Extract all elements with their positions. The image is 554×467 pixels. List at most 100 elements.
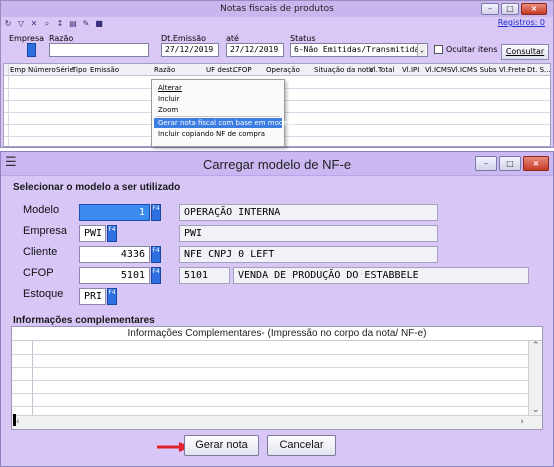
empresa-description: PWI: [179, 225, 438, 242]
menu-item-incluir-copiando[interactable]: Incluir copiando NF de compra: [158, 130, 265, 138]
grid-col-header[interactable]: Emissão: [90, 66, 119, 74]
menu-separator: [156, 116, 280, 117]
grid-col-header[interactable]: UF dest.: [206, 66, 235, 74]
menu-item-alterar[interactable]: Alterar: [158, 84, 182, 92]
minimize-icon[interactable]: –: [475, 156, 497, 171]
maximize-icon[interactable]: □: [499, 156, 521, 171]
cliente-input[interactable]: 4336: [79, 246, 150, 263]
empresa-input[interactable]: PWI: [79, 225, 106, 242]
cfop-input[interactable]: 5101: [79, 267, 150, 284]
grid-row-divider: [12, 393, 528, 394]
ocultar-itens-checkbox[interactable]: [434, 45, 443, 54]
cliente-description: NFE CNPJ 0 LEFT: [179, 246, 438, 263]
ocultar-itens-label: Ocultar itens: [446, 45, 498, 54]
dialog-title-bar: ☰ Carregar modelo de NF-e – □ ×: [1, 152, 553, 176]
grid-row-divider: [12, 406, 528, 407]
background-window: Notas fiscais de produtos – □ × ↻ ▽ ✕ ⌕ …: [0, 0, 554, 148]
grid-col-header[interactable]: Razão: [154, 66, 175, 74]
status-select[interactable]: 6-Não Emitidas/Transmitidas ⌄: [290, 43, 428, 57]
scroll-up-icon[interactable]: ⌃: [532, 341, 540, 351]
save-icon[interactable]: ■: [94, 19, 104, 29]
section-title-informacoes: Informações complementares: [13, 315, 155, 326]
carregar-modelo-dialog: ☰ Carregar modelo de NF-e – □ × Selecion…: [0, 151, 554, 467]
grid-col-divider: [32, 341, 33, 415]
grid-col-header[interactable]: Vl.ICMS: [425, 66, 451, 74]
modelo-f4-button[interactable]: F4: [151, 204, 161, 221]
grid-header: Emp Número Série Tipo Emissão Razão UF d…: [4, 64, 550, 76]
grid-col-header[interactable]: Vl.Frete: [499, 66, 526, 74]
cancelar-button[interactable]: Cancelar: [267, 435, 336, 456]
background-window-controls: – □ ×: [481, 3, 547, 15]
close-icon[interactable]: ×: [521, 3, 547, 15]
cliente-label: Cliente: [23, 246, 58, 258]
scroll-down-icon[interactable]: ⌄: [532, 405, 540, 415]
sort-icon[interactable]: ↕: [55, 19, 65, 29]
grid-col-header[interactable]: Vl.IPI: [402, 66, 419, 74]
estoque-label: Estoque: [23, 288, 64, 300]
close-icon[interactable]: ×: [523, 156, 549, 171]
modelo-description: OPERAÇÃO INTERNA: [179, 204, 438, 221]
empresa-label: Empresa: [9, 34, 45, 43]
empresa-input[interactable]: [27, 43, 36, 57]
registros-link[interactable]: Registros: 0: [498, 18, 545, 27]
tools-icon[interactable]: ✎: [81, 19, 91, 29]
section-title-modelo: Selecionar o modelo a ser utilizado: [13, 182, 181, 193]
grid-col-header[interactable]: Tipo: [72, 66, 87, 74]
filter-clear-icon[interactable]: ✕: [29, 19, 39, 29]
minimize-icon[interactable]: –: [481, 3, 499, 15]
razao-label: Razão: [49, 34, 74, 43]
grid-col-header[interactable]: Dt. S...: [527, 66, 550, 74]
grid-row-divider: [12, 367, 528, 368]
estoque-f4-button[interactable]: F4: [107, 288, 117, 305]
dialog-window-controls: – □ ×: [475, 156, 549, 171]
grid-col-header[interactable]: Emp: [10, 66, 26, 74]
background-title-bar: Notas fiscais de produtos – □ ×: [1, 1, 553, 17]
dialog-title: Carregar modelo de NF-e: [202, 157, 352, 172]
grid-col-header[interactable]: Vl.ICMS Subs: [451, 66, 497, 74]
row-indicator: [13, 414, 16, 426]
grid-col-header[interactable]: Situação da nota: [314, 66, 373, 74]
cfop-f4-button[interactable]: F4: [151, 267, 161, 284]
cliente-f4-button[interactable]: F4: [151, 246, 161, 263]
refresh-icon[interactable]: ↻: [3, 19, 13, 29]
estoque-input[interactable]: PRI: [79, 288, 106, 305]
grid-row-divider: [12, 354, 528, 355]
grid-col-divider: [8, 64, 9, 146]
scroll-left-icon[interactable]: ‹: [16, 417, 20, 427]
consultar-button[interactable]: Consultar: [501, 44, 549, 60]
empresa-f4-button[interactable]: F4: [107, 225, 117, 242]
chevron-down-icon[interactable]: ⌄: [417, 44, 426, 56]
grid-row-divider: [12, 380, 528, 381]
ate-label: até: [226, 34, 239, 43]
razao-input[interactable]: [49, 43, 149, 57]
ate-input[interactable]: 27/12/2019: [226, 43, 284, 57]
vertical-scrollbar[interactable]: ⌃ ⌄: [528, 341, 542, 415]
dt-emissao-input[interactable]: 27/12/2019: [161, 43, 219, 57]
menu-item-incluir[interactable]: Incluir: [158, 95, 180, 103]
grid-col-header[interactable]: Operação: [266, 66, 300, 74]
print-icon[interactable]: ▤: [68, 19, 78, 29]
scroll-right-icon[interactable]: ›: [520, 417, 524, 427]
modelo-label: Modelo: [23, 204, 60, 216]
grid-col-header[interactable]: Vl.Total: [369, 66, 394, 74]
info-grid-header: Informações Complementares- (Impressão n…: [12, 327, 542, 341]
modelo-input[interactable]: 1: [79, 204, 150, 221]
horizontal-scrollbar[interactable]: ‹ ›: [12, 415, 542, 429]
menu-item-gerar-nota-modelo[interactable]: Gerar nota fiscal com base em modelo: [154, 118, 294, 128]
grid-col-header[interactable]: Número: [28, 66, 56, 74]
status-select-value: 6-Não Emitidas/Transmitidas: [294, 45, 425, 54]
empresa-label: Empresa: [23, 225, 68, 237]
search-icon[interactable]: ⌕: [42, 19, 52, 29]
background-window-title: Notas fiscais de produtos: [220, 4, 334, 14]
menu-item-zoom[interactable]: Zoom: [158, 106, 178, 114]
filter-icon[interactable]: ▽: [16, 19, 26, 29]
grid-col-header[interactable]: CFOP: [233, 66, 252, 74]
status-label: Status: [290, 34, 316, 43]
cfop-description-code: 5101: [179, 267, 230, 284]
dt-emissao-label: Dt.Emissão: [161, 34, 207, 43]
background-toolbar: ↻ ▽ ✕ ⌕ ↕ ▤ ✎ ■: [3, 17, 104, 31]
maximize-icon[interactable]: □: [501, 3, 519, 15]
gerar-nota-button[interactable]: Gerar nota: [184, 435, 259, 456]
informacoes-complementares-grid[interactable]: Informações Complementares- (Impressão n…: [11, 326, 543, 430]
context-menu: Alterar Incluir Zoom Gerar nota fiscal c…: [151, 79, 294, 147]
